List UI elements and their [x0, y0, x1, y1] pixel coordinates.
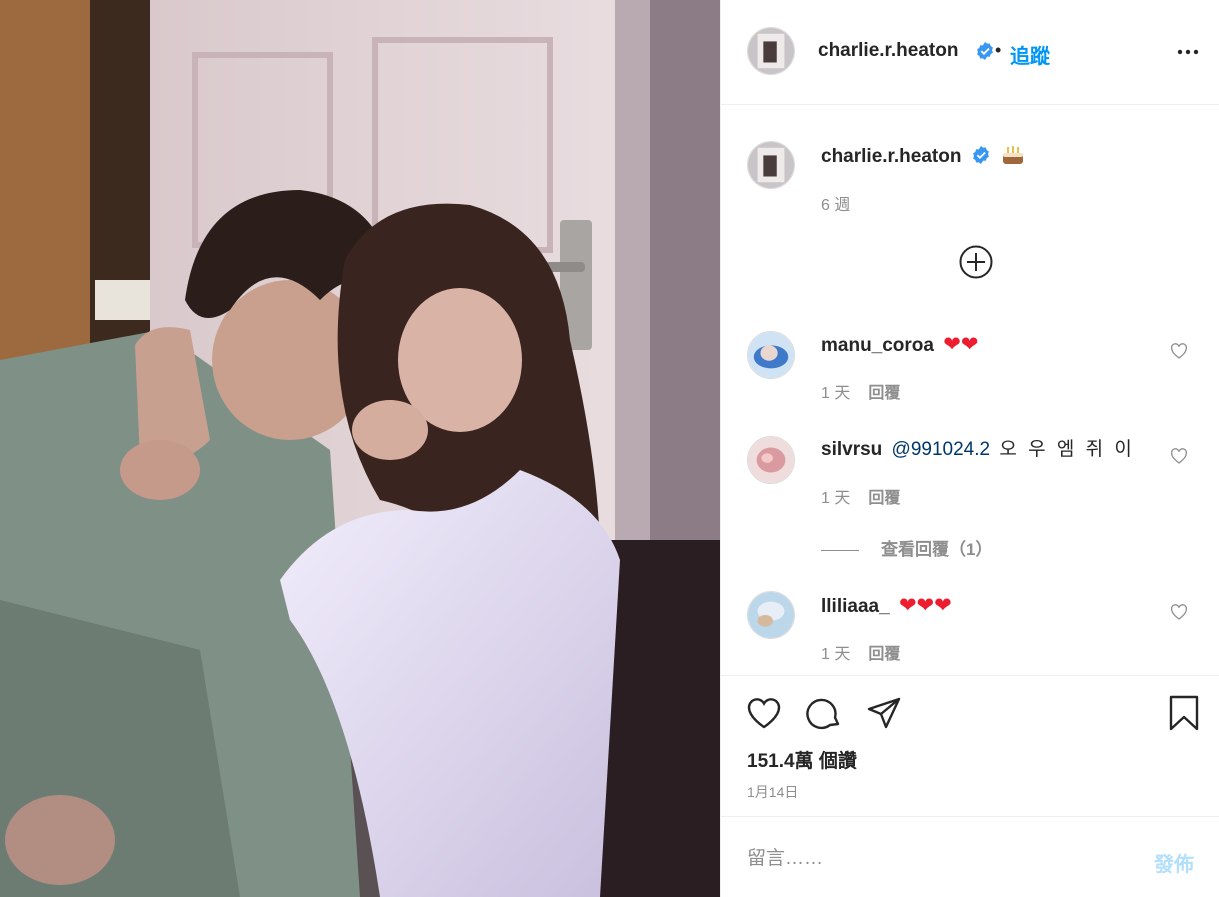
comment-icon[interactable]: [805, 694, 843, 732]
load-more-comments-icon[interactable]: [959, 245, 993, 279]
cake-emoji-icon: [1003, 146, 1024, 164]
save-icon[interactable]: [1165, 694, 1203, 732]
caption-author-avatar[interactable]: [747, 141, 795, 189]
comment-text: lliliaaa_ ❤❤❤: [821, 594, 952, 619]
post-side-panel: charlie.r.heaton • 追蹤 charlie.r.heaton 6…: [720, 0, 1219, 897]
post-header: charlie.r.heaton • 追蹤: [721, 0, 1219, 105]
separator-dot: •: [995, 40, 1002, 60]
caption-time: 6 週: [821, 197, 851, 214]
view-replies-line: [821, 550, 859, 552]
photo-illustration: [0, 0, 720, 897]
comment-body: 오 우 엠 쥐 이: [999, 439, 1135, 460]
view-replies-button[interactable]: 查看回覆（1）: [821, 535, 992, 560]
verified-icon: [977, 42, 993, 60]
comment-body: ❤❤❤: [898, 594, 952, 617]
caption-username[interactable]: charlie.r.heaton: [821, 146, 961, 167]
commenter-avatar[interactable]: [747, 591, 795, 639]
verified-icon: [972, 146, 989, 164]
reply-button[interactable]: 回覆: [868, 646, 900, 663]
commenter-username[interactable]: manu_coroa: [821, 335, 934, 356]
comment-mention[interactable]: @991024.2: [892, 439, 991, 460]
follow-button[interactable]: 追蹤: [1010, 40, 1050, 69]
comment-text: manu_coroa ❤❤: [821, 333, 978, 358]
comment-composer: 發佈: [721, 816, 1219, 897]
post-photo[interactable]: [0, 0, 720, 897]
like-icon[interactable]: [745, 694, 783, 732]
post-comment-button[interactable]: 發佈: [1154, 848, 1194, 877]
comment-like-icon[interactable]: [1170, 604, 1188, 620]
view-replies-label: 查看回覆（1）: [881, 540, 993, 559]
comment-like-icon[interactable]: [1170, 343, 1188, 359]
comment-text: silvrsu @991024.2 오 우 엠 쥐 이: [821, 438, 1135, 462]
comment-meta: 1 天回覆: [821, 640, 900, 664]
commenter-avatar[interactable]: [747, 436, 795, 484]
comment-like-icon[interactable]: [1170, 448, 1188, 464]
post-date: 1月14日: [747, 784, 799, 800]
comment-body: ❤❤: [943, 333, 979, 356]
comment-time: 1 天: [821, 385, 851, 402]
comment-time: 1 天: [821, 490, 851, 507]
author-username[interactable]: charlie.r.heaton: [818, 40, 958, 62]
reply-button[interactable]: 回覆: [868, 490, 900, 507]
share-icon[interactable]: [865, 694, 903, 732]
post-actions: 151.4萬 個讚 1月14日: [721, 675, 1219, 815]
comment-time: 1 天: [821, 646, 851, 663]
comment-meta: 1 天回覆: [821, 484, 900, 508]
commenter-avatar[interactable]: [747, 331, 795, 379]
caption-text: charlie.r.heaton: [821, 144, 1025, 169]
more-options-icon[interactable]: [1176, 42, 1200, 62]
commenter-username[interactable]: silvrsu: [821, 439, 882, 460]
likes-count[interactable]: 151.4萬 個讚: [747, 746, 857, 773]
author-avatar[interactable]: [747, 27, 795, 75]
comment-meta: 1 天回覆: [821, 379, 900, 403]
comment-input[interactable]: [747, 845, 1127, 873]
reply-button[interactable]: 回覆: [868, 385, 900, 402]
commenter-username[interactable]: lliliaaa_: [821, 596, 890, 617]
comments-list[interactable]: charlie.r.heaton 6 週 manu_coroa ❤❤ 1 天 回…: [721, 105, 1219, 675]
